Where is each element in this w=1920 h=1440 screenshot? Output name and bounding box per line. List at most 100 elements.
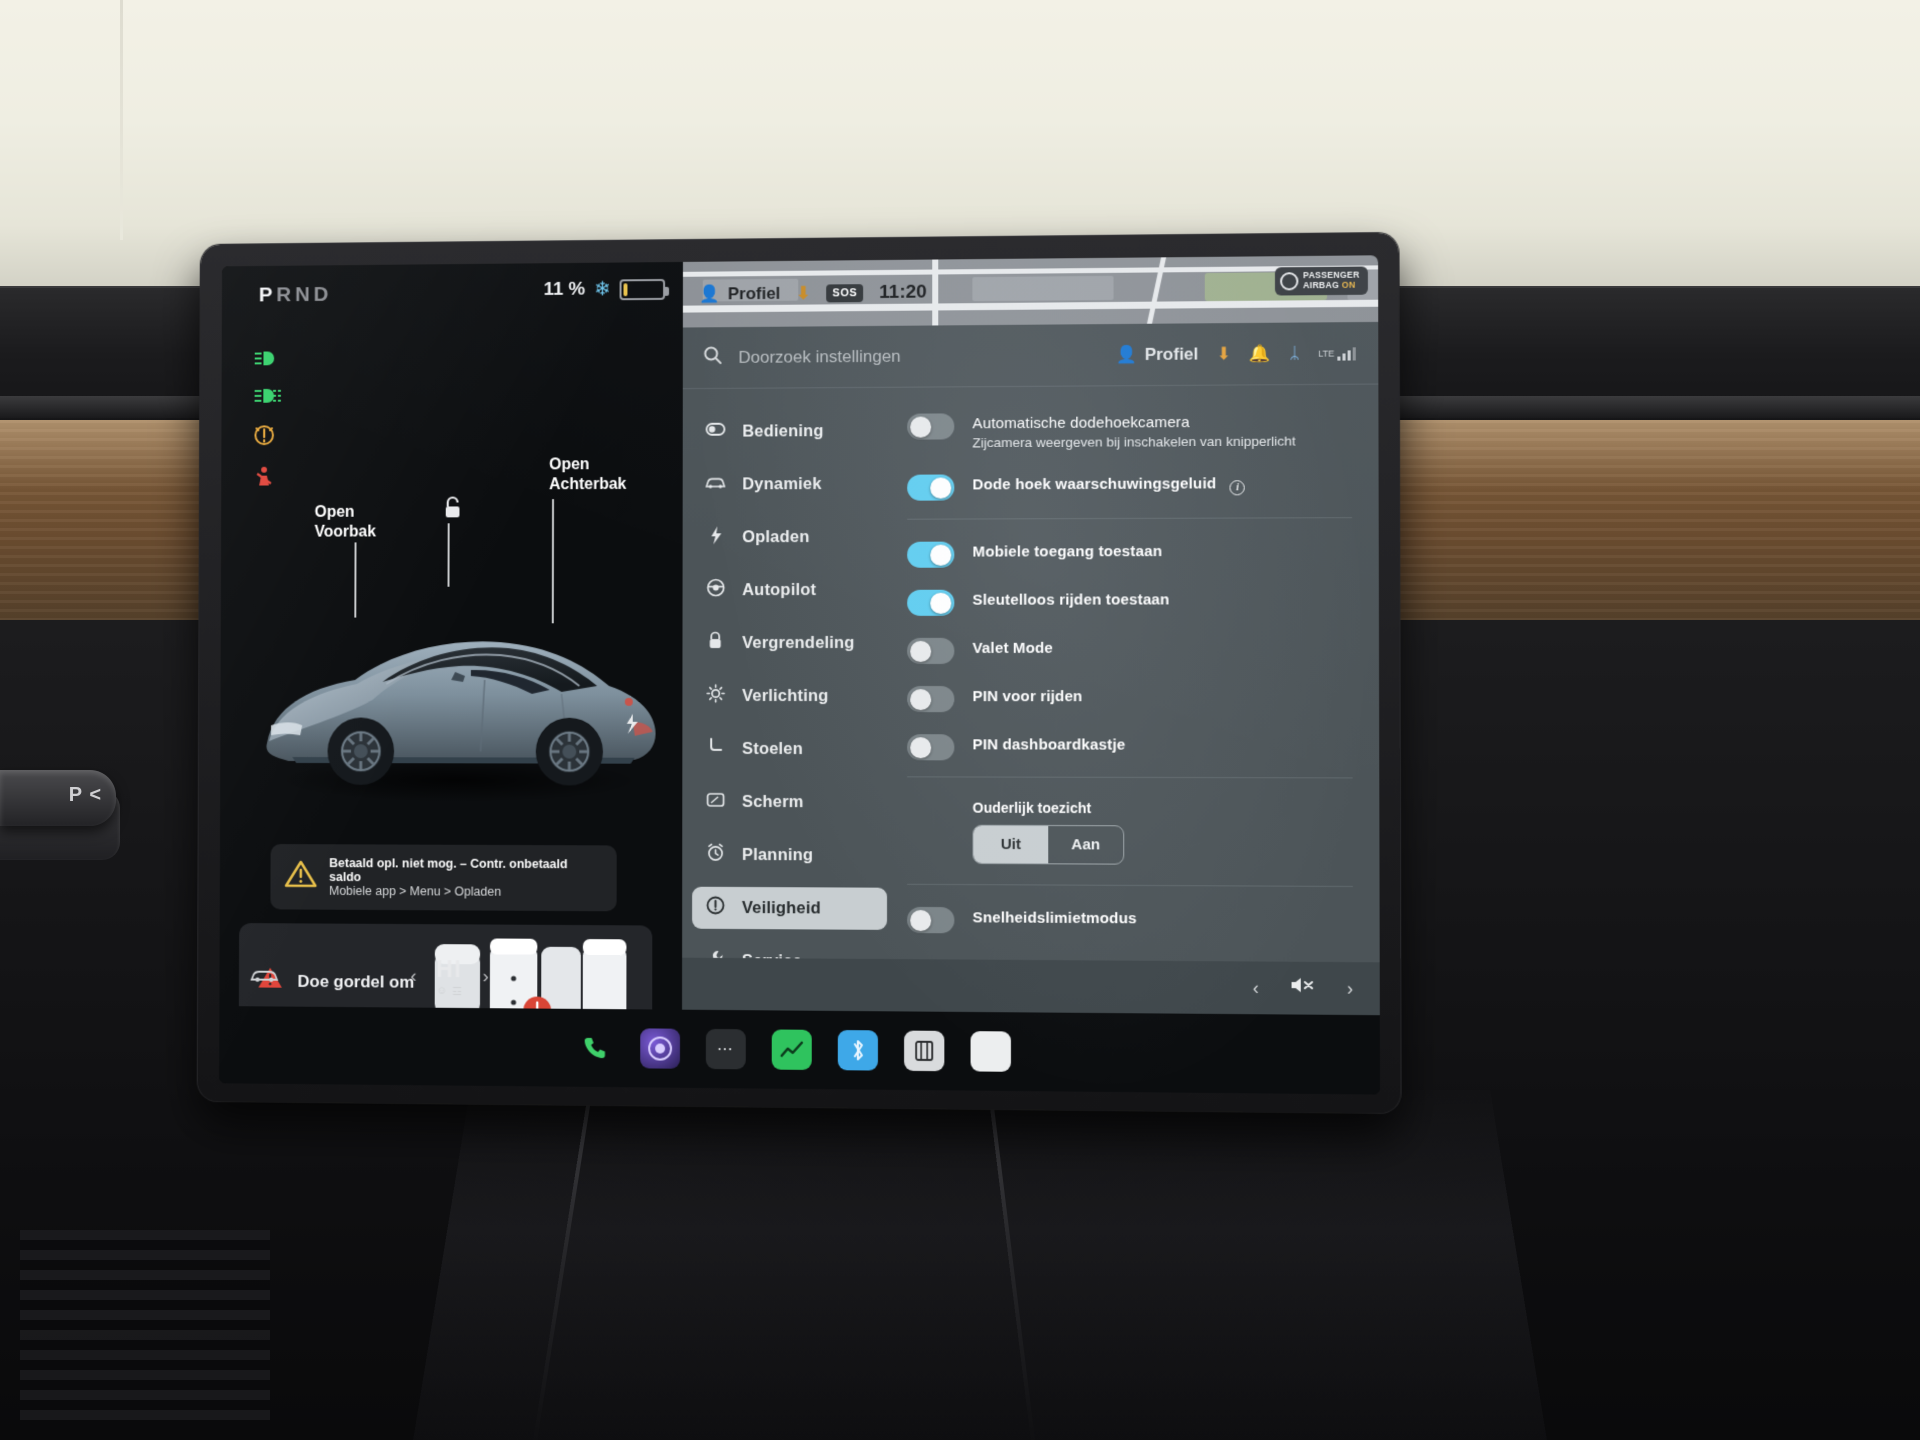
car-controls-icon[interactable] <box>249 960 280 991</box>
vehicle-visualization-panel[interactable]: Open Voorbak Open Achterbak Betaald opl.… <box>219 327 683 1044</box>
rear-defrost-icon[interactable]: ☲ <box>452 985 462 998</box>
toggle-pin-to-drive[interactable] <box>907 686 955 713</box>
parental-option-on[interactable]: Aan <box>1048 826 1123 864</box>
toggle-mobile-access[interactable] <box>907 541 955 568</box>
app-dock[interactable]: ⋯ <box>219 1006 1381 1095</box>
sidebar-label: Scherm <box>742 792 804 811</box>
sidebar-item-vergrendeling[interactable]: Vergrendeling <box>692 622 887 664</box>
screen-body: Open Voorbak Open Achterbak Betaald opl.… <box>219 321 1380 1077</box>
phone-app-icon[interactable] <box>575 1028 615 1068</box>
sidebar-label: Stoelen <box>742 739 803 758</box>
open-trunk-label[interactable]: Open Achterbak <box>549 455 626 494</box>
battery-indicator[interactable]: 11 % ❄ <box>544 278 666 301</box>
option-title: Valet Mode <box>972 639 1054 657</box>
option-row-pin-to-drive[interactable]: PIN voor rijden <box>907 686 1352 713</box>
option-divider <box>907 776 1353 779</box>
option-row-auto-blindspot-camera[interactable]: Automatische dodehoekcamera Zijcamera we… <box>907 411 1352 451</box>
option-subtitle: Zijcamera weergeven bij inschakelen van … <box>972 433 1296 451</box>
map-strip[interactable]: 👤 Profiel ⬇ SOS 11:20 PASSENGER AIRBAG O… <box>682 255 1379 328</box>
toggle-knob <box>910 688 932 710</box>
parental-option-off[interactable]: Uit <box>973 825 1049 864</box>
shifter-label: P < <box>68 784 102 806</box>
settings-panel[interactable]: 👤 Profiel ⬇ 🔔 ᛦ LTE <box>682 321 1380 1077</box>
settings-options-list[interactable]: Automatische dodehoekcamera Zijcamera we… <box>897 385 1380 1016</box>
search-icon <box>703 345 723 371</box>
theater-app-icon[interactable] <box>904 1030 945 1072</box>
option-title: Automatische dodehoekcamera <box>972 413 1190 433</box>
settings-menu[interactable]: Bediening Dynamiek Opladen Autopilot Ver… <box>682 388 897 1077</box>
gear-shifter-stalk[interactable]: P < <box>0 770 116 826</box>
sidebar-item-veiligheid[interactable]: Veiligheid <box>692 886 888 930</box>
bluetooth-app-icon[interactable] <box>837 1030 878 1071</box>
gear-indicator[interactable]: PRND <box>259 283 333 307</box>
service-vehicle-soon-icon <box>252 423 285 451</box>
mute-icon[interactable] <box>1290 976 1317 1001</box>
option-row-mobile-access[interactable]: Mobiele toegang toestaan <box>907 540 1352 568</box>
map-profile-button[interactable]: 👤 Profiel <box>699 284 781 305</box>
toggle-knob <box>910 736 932 758</box>
speaker-grille <box>20 1230 270 1430</box>
toggle-auto-blindspot-camera[interactable] <box>907 413 955 440</box>
map-overlay-controls: 👤 Profiel ⬇ SOS 11:20 <box>683 255 1378 327</box>
toggle-pin-glovebox[interactable] <box>907 734 955 761</box>
footer-prev-button[interactable]: ‹ <box>1253 977 1259 998</box>
climate-control-group[interactable]: ‹ HI ☺ ☲ › <box>410 956 488 998</box>
sidebar-item-bediening[interactable]: Bediening <box>693 410 887 453</box>
touchscreen-display[interactable]: PRND 11 % ❄ 👤 Profiel ⬇ SOS 11:20 PASSEN… <box>219 255 1381 1095</box>
sidebar-item-dynamiek[interactable]: Dynamiek <box>693 463 888 506</box>
person-icon: 👤 <box>698 284 720 304</box>
map-download-icon[interactable]: ⬇ <box>796 284 810 304</box>
more-apps-icon[interactable]: ⋯ <box>705 1028 746 1070</box>
sidebar-item-stoelen[interactable]: Stoelen <box>692 728 887 770</box>
toggle-speed-limit-mode[interactable] <box>907 906 955 934</box>
toggle-valet-mode[interactable] <box>907 637 955 664</box>
sun-icon <box>704 684 726 708</box>
option-row-blindspot-sound[interactable]: Dode hoek waarschuwingsgeluid i <box>907 473 1352 501</box>
option-row-valet-mode[interactable]: Valet Mode <box>907 637 1352 664</box>
profile-button[interactable]: 👤 Profiel <box>1116 344 1198 365</box>
sidebar-label: Verlichting <box>742 686 829 705</box>
settings-search-row: 👤 Profiel ⬇ 🔔 ᛦ LTE <box>682 321 1379 390</box>
option-row-keyless-driving[interactable]: Sleutelloos rijden toestaan <box>907 589 1352 616</box>
info-icon[interactable]: i <box>1229 480 1246 496</box>
person-icon: 👤 <box>1116 344 1138 364</box>
parental-segmented-control[interactable]: Uit Aan <box>972 824 1125 865</box>
car-front-icon <box>705 475 727 494</box>
search-input[interactable] <box>738 344 1100 368</box>
windshield-defrost-icon[interactable]: ☺ <box>436 985 447 998</box>
toggle-keyless-driving[interactable] <box>907 589 955 616</box>
parental-controls-section: Ouderlijk toezicht Uit Aan <box>907 799 1353 886</box>
bluetooth-icon[interactable]: ᛦ <box>1289 343 1299 363</box>
sos-button[interactable]: SOS <box>826 284 864 303</box>
download-icon[interactable]: ⬇ <box>1217 344 1232 364</box>
steering-wheel-icon <box>704 578 726 602</box>
seat-icon <box>704 737 726 761</box>
charge-warning-line1: Betaald opl. niet mog. – Contr. onbetaal… <box>329 856 568 885</box>
gear-rnd: RND <box>276 283 333 307</box>
camera-app-icon[interactable] <box>640 1028 681 1069</box>
signal-bars-icon[interactable]: LTE <box>1318 346 1356 361</box>
charging-warning-card[interactable]: Betaald opl. niet mog. – Contr. onbetaal… <box>270 844 617 912</box>
open-frunk-label[interactable]: Open Voorbak <box>315 503 377 542</box>
climate-prev-button[interactable]: ‹ <box>410 966 416 988</box>
toybox-app-icon[interactable] <box>771 1029 812 1070</box>
browser-app-icon[interactable] <box>970 1031 1011 1072</box>
airbag-line2: AIRBAG ON <box>1303 279 1360 290</box>
defroster-icons[interactable]: ☺ ☲ <box>436 985 463 998</box>
tesla-model-3-render[interactable] <box>238 576 671 815</box>
sos-badge-label: SOS <box>826 284 864 303</box>
footer-next-button[interactable]: › <box>1347 978 1353 999</box>
door-lock-icon[interactable] <box>441 496 465 528</box>
temperature-label: HI <box>436 956 463 983</box>
climate-next-button[interactable]: › <box>482 966 488 988</box>
option-row-pin-glovebox[interactable]: PIN dashboardkastje <box>907 734 1352 761</box>
sidebar-item-opladen[interactable]: Opladen <box>693 516 888 559</box>
sidebar-item-verlichting[interactable]: Verlichting <box>692 675 887 717</box>
sidebar-item-planning[interactable]: Planning <box>692 834 887 877</box>
option-title: Mobiele toegang toestaan <box>972 542 1163 561</box>
option-row-speed-limit-mode[interactable]: Snelheidslimietmodus <box>907 906 1353 936</box>
sidebar-item-autopilot[interactable]: Autopilot <box>692 569 887 611</box>
sidebar-item-scherm[interactable]: Scherm <box>692 781 887 824</box>
toggle-blindspot-sound[interactable] <box>907 474 955 501</box>
notification-bell-icon[interactable]: 🔔 <box>1249 343 1271 363</box>
